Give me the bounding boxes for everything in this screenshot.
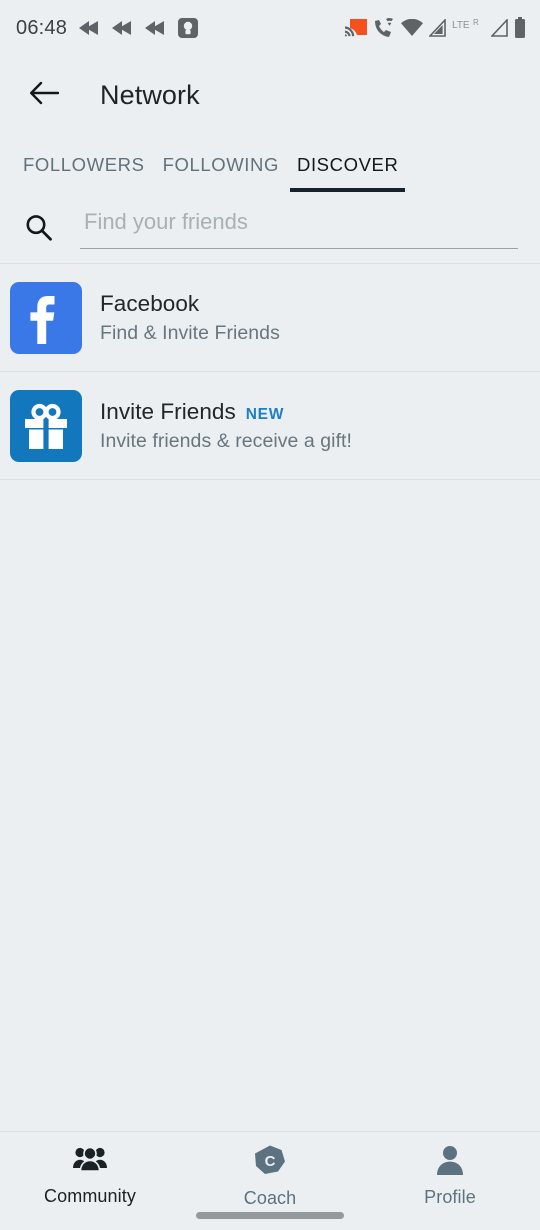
nav-label-coach: Coach <box>243 1188 297 1208</box>
tab-discover[interactable]: DISCOVER <box>288 154 407 192</box>
page-title: Network <box>100 79 200 110</box>
person-icon <box>435 1144 465 1180</box>
signal-icon <box>429 19 447 37</box>
arrow-left-icon <box>29 79 60 112</box>
status-bar: 06:48 LTE R <box>0 0 540 56</box>
tab-bar: FOLLOWERS FOLLOWING DISCOVER <box>0 134 540 192</box>
phone-wifi-calling-icon <box>373 18 395 38</box>
nav-label-community: Community <box>44 1186 136 1206</box>
status-badge: NEW <box>245 405 285 423</box>
list-item-subtitle: Find & Invite Friends <box>100 321 280 344</box>
svg-text:LTE: LTE <box>452 20 470 31</box>
svg-text:C: C <box>265 1153 276 1170</box>
search-input[interactable] <box>80 206 518 249</box>
list-item-title: Facebook <box>100 290 200 316</box>
lte-roaming-icon: LTE R <box>452 19 486 37</box>
nav-item-profile[interactable]: Profile <box>360 1144 540 1208</box>
bottom-navigation: Community C Coach Profile <box>0 1131 540 1230</box>
list-item-text: Facebook Find & Invite Friends <box>100 291 280 345</box>
tab-followers[interactable]: FOLLOWERS <box>14 154 154 192</box>
discover-list: Facebook Find & Invite Friends Invite Fr… <box>0 264 540 480</box>
nav-label-profile: Profile <box>424 1187 476 1207</box>
signal-icon <box>491 19 509 37</box>
wifi-icon <box>400 19 424 37</box>
list-item-text: Invite Friends NEW Invite friends & rece… <box>100 399 352 453</box>
status-bar-left: 06:48 <box>16 17 199 40</box>
app-root: 06:48 LTE R Network FOLLOWERS FOLLOWING … <box>0 0 540 1230</box>
search-section <box>0 192 540 264</box>
list-item-title-line: Facebook <box>100 291 280 317</box>
search-icon[interactable] <box>24 213 58 242</box>
tab-following[interactable]: FOLLOWING <box>154 154 288 192</box>
status-bar-right: LTE R <box>344 17 526 39</box>
home-indicator[interactable] <box>196 1212 344 1219</box>
list-item-facebook[interactable]: Facebook Find & Invite Friends <box>0 264 540 372</box>
coach-heptagon-c-icon: C <box>253 1144 287 1181</box>
content-empty-area <box>0 480 540 1230</box>
gift-icon <box>10 389 82 462</box>
back-button[interactable] <box>20 71 68 119</box>
rewind-arrow-icon <box>111 19 133 37</box>
nav-item-coach[interactable]: C Coach <box>180 1144 360 1209</box>
list-item-subtitle: Invite friends & receive a gift! <box>100 429 352 452</box>
cast-icon <box>344 18 368 38</box>
app-bar: Network <box>0 56 540 134</box>
rewind-arrow-icon <box>144 19 166 37</box>
rewind-arrow-icon <box>78 19 100 37</box>
svg-text:R: R <box>473 19 479 27</box>
status-clock: 06:48 <box>16 16 68 39</box>
list-item-title-line: Invite Friends NEW <box>100 399 352 425</box>
list-item-title: Invite Friends <box>100 398 236 424</box>
list-item-invite-friends[interactable]: Invite Friends NEW Invite friends & rece… <box>0 372 540 480</box>
battery-icon <box>514 17 526 39</box>
nav-item-community[interactable]: Community <box>0 1144 180 1207</box>
facebook-icon <box>10 281 82 354</box>
people-group-icon <box>72 1144 108 1179</box>
app-badge-icon <box>177 17 199 39</box>
